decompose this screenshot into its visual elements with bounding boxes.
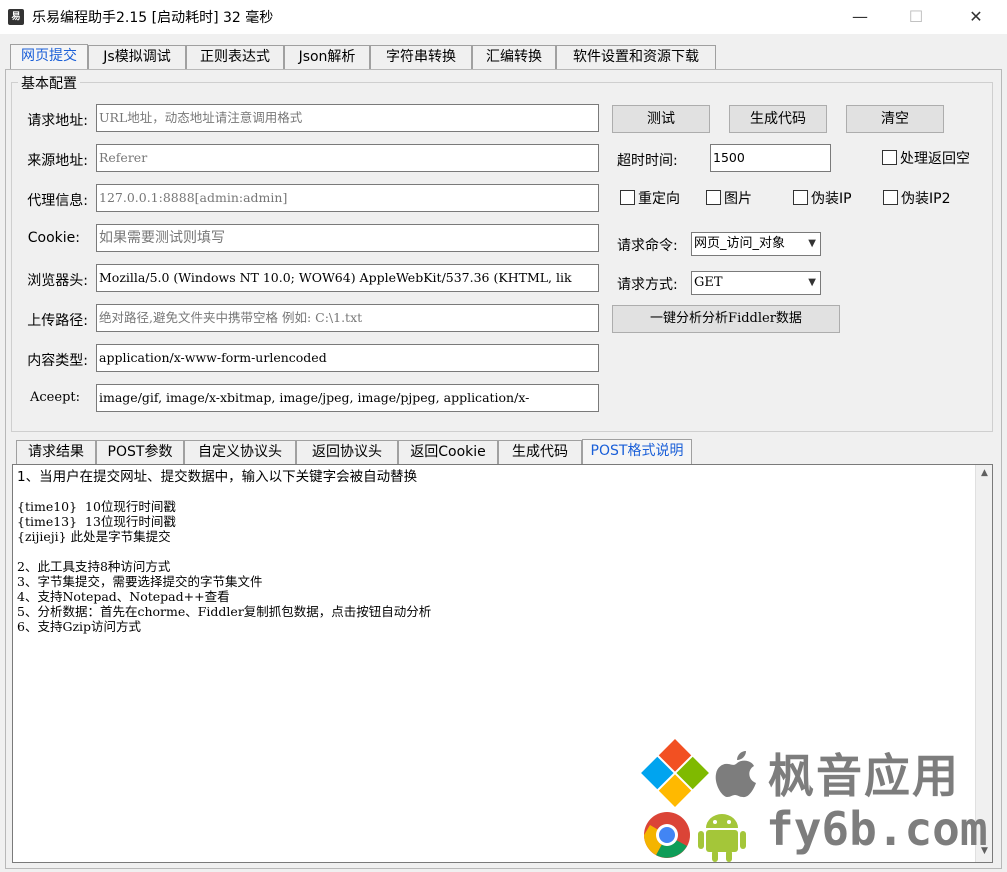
- tab-post-params[interactable]: POST参数: [96, 440, 184, 464]
- referer-label: 来源地址:: [27, 153, 88, 169]
- description-line: {time13} 13位现行时间戳: [17, 514, 176, 529]
- chevron-down-icon: ▼: [808, 277, 816, 288]
- window-title: 乐易编程助手2.15 [启动耗时] 32 毫秒: [32, 10, 274, 26]
- description-text: 1、当用户在提交网址、提交数据中，输入以下关键字会被自动替换 {time10} …: [17, 469, 965, 634]
- request-method-label: 请求方式:: [617, 277, 678, 293]
- basic-config-title: 基本配置: [18, 73, 80, 93]
- fake-ip2-label: 伪装IP2: [901, 191, 951, 207]
- tab-js-debug[interactable]: Js模拟调试: [88, 45, 186, 69]
- request-command-label: 请求命令:: [617, 238, 678, 254]
- request-command-value: 网页_访问_对象: [694, 236, 786, 251]
- referer-input[interactable]: Referer: [96, 144, 599, 172]
- description-line: 2、此工具支持8种访问方式: [17, 559, 171, 574]
- request-url-label: 请求地址:: [27, 113, 88, 129]
- timeout-input[interactable]: 1500: [710, 144, 831, 172]
- image-label: 图片: [724, 191, 752, 207]
- analyze-fiddler-button[interactable]: 一键分析分析Fiddler数据: [612, 305, 840, 333]
- checkbox-box[interactable]: [706, 190, 721, 205]
- fake-ip-label: 伪装IP: [811, 191, 852, 207]
- scroll-up-icon[interactable]: ▲: [976, 468, 993, 478]
- fake-ip2-checkbox[interactable]: 伪装IP2: [883, 190, 950, 207]
- minimize-button[interactable]: —: [837, 0, 883, 34]
- android-logo-icon: [698, 814, 746, 862]
- checkbox-box[interactable]: [793, 190, 808, 205]
- tab-request-result[interactable]: 请求结果: [16, 440, 96, 464]
- clear-button[interactable]: 清空: [846, 105, 944, 133]
- content-type-label: 内容类型:: [27, 353, 88, 369]
- proxy-label: 代理信息:: [27, 193, 88, 209]
- handle-empty-label: 处理返回空: [900, 151, 970, 167]
- description-line: 6、支持Gzip访问方式: [17, 619, 142, 634]
- content-type-input[interactable]: application/x-www-form-urlencoded: [96, 344, 599, 372]
- handle-empty-checkbox[interactable]: 处理返回空: [882, 150, 970, 167]
- user-agent-input[interactable]: Mozilla/5.0 (Windows NT 10.0; WOW64) App…: [96, 264, 599, 292]
- tab-settings-download[interactable]: 软件设置和资源下载: [556, 45, 716, 69]
- proxy-input[interactable]: 127.0.0.1:8888[admin:admin]: [96, 184, 599, 212]
- title-bar: 易 乐易编程助手2.15 [启动耗时] 32 毫秒 — ☐ ✕: [0, 0, 1007, 34]
- description-line: 3、字节集提交，需要选择提交的字节集文件: [17, 574, 263, 589]
- maximize-button[interactable]: ☐: [893, 0, 939, 34]
- image-checkbox[interactable]: 图片: [706, 190, 752, 207]
- description-line: 4、支持Notepad、Notepad++查看: [17, 589, 230, 604]
- app-logo-icon: 易: [8, 9, 24, 25]
- cookie-input[interactable]: 如果需要测试则填写: [96, 224, 599, 252]
- request-method-select[interactable]: GET ▼: [691, 271, 821, 295]
- checkbox-box[interactable]: [882, 150, 897, 165]
- request-url-input[interactable]: URL地址，动态地址请注意调用格式: [96, 104, 599, 132]
- tab-generated-code[interactable]: 生成代码: [498, 440, 582, 464]
- tab-asm-convert[interactable]: 汇编转换: [472, 45, 556, 69]
- tab-post-format-help[interactable]: POST格式说明: [582, 439, 692, 464]
- apple-logo-icon: [715, 751, 756, 798]
- tab-web-submit[interactable]: 网页提交: [10, 44, 88, 70]
- watermark-domain: fy6b.com: [766, 802, 988, 856]
- generate-code-button[interactable]: 生成代码: [729, 105, 827, 133]
- tab-response-cookie[interactable]: 返回Cookie: [398, 440, 498, 464]
- timeout-label: 超时时间:: [617, 153, 678, 169]
- chevron-down-icon: ▼: [808, 238, 816, 249]
- watermark: 枫音应用 fy6b.com: [640, 738, 1000, 868]
- checkbox-box[interactable]: [620, 190, 635, 205]
- redirect-checkbox[interactable]: 重定向: [620, 190, 680, 207]
- accept-label: Aceept:: [30, 390, 80, 405]
- request-method-value: GET: [694, 275, 723, 290]
- close-button[interactable]: ✕: [953, 0, 999, 34]
- accept-input[interactable]: image/gif, image/x-xbitmap, image/jpeg, …: [96, 384, 599, 412]
- description-line: 1、当用户在提交网址、提交数据中，输入以下关键字会被自动替换: [17, 469, 418, 485]
- request-command-select[interactable]: 网页_访问_对象 ▼: [691, 232, 821, 256]
- tab-regex[interactable]: 正则表达式: [186, 45, 284, 69]
- result-tab-strip: 请求结果 POST参数 自定义协议头 返回协议头 返回Cookie 生成代码 P…: [0, 439, 1007, 464]
- tab-json[interactable]: Json解析: [284, 45, 370, 69]
- tab-response-headers[interactable]: 返回协议头: [296, 440, 398, 464]
- description-line: [17, 544, 965, 559]
- upload-path-input[interactable]: 绝对路径,避免文件夹中携带空格 例如: C:\1.txt: [96, 304, 599, 332]
- tab-string-convert[interactable]: 字符串转换: [370, 45, 472, 69]
- watermark-cn-text: 枫音应用: [768, 749, 960, 803]
- upload-path-label: 上传路径:: [27, 313, 88, 329]
- user-agent-label: 浏览器头:: [27, 273, 88, 289]
- windows-logo-icon: [641, 739, 709, 807]
- basic-config-group: [11, 82, 993, 432]
- description-line: [17, 486, 965, 499]
- description-line: {time10} 10位现行时间戳: [17, 499, 176, 514]
- checkbox-box[interactable]: [883, 190, 898, 205]
- test-button[interactable]: 测试: [612, 105, 710, 133]
- fake-ip-checkbox[interactable]: 伪装IP: [793, 190, 852, 207]
- chrome-logo-icon: [644, 812, 690, 858]
- main-tab-strip: 网页提交 Js模拟调试 正则表达式 Json解析 字符串转换 汇编转换 软件设置…: [0, 44, 1007, 70]
- cookie-label: Cookie:: [27, 230, 80, 246]
- tab-custom-headers[interactable]: 自定义协议头: [184, 440, 296, 464]
- redirect-label: 重定向: [638, 191, 680, 207]
- description-line: {zijieji} 此处是字节集提交: [17, 529, 171, 544]
- description-line: 5、分析数据：首先在chorme、Fiddler复制抓包数据，点击按钮自动分析: [17, 604, 432, 619]
